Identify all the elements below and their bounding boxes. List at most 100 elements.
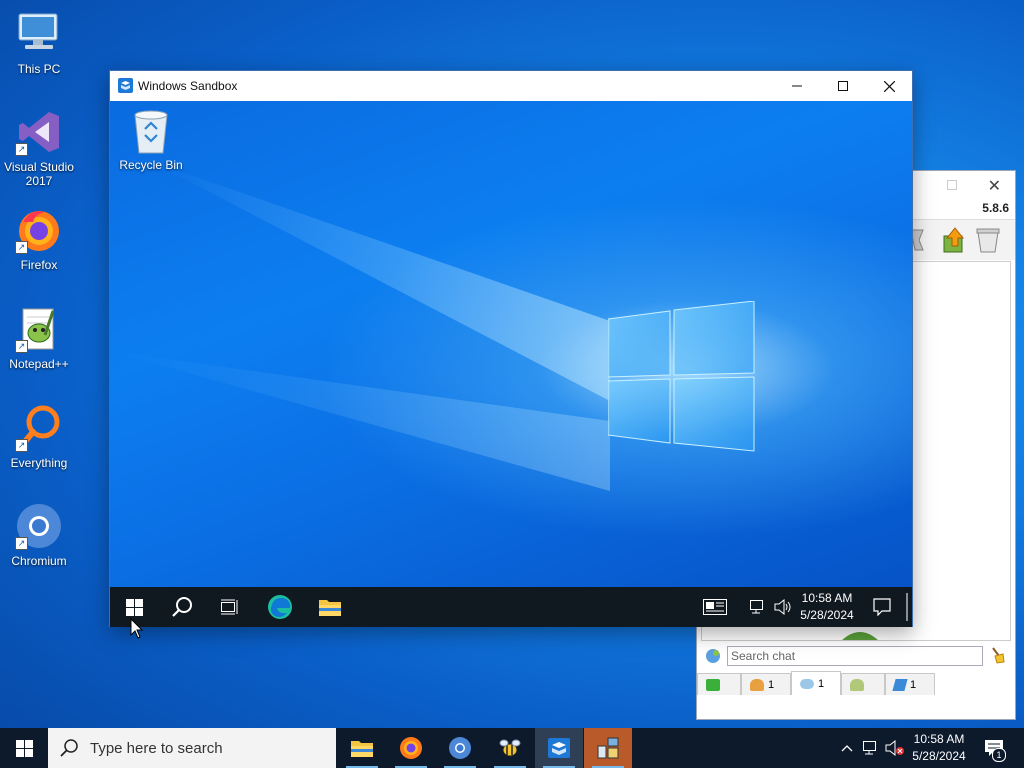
sandbox-edge-button[interactable]	[256, 587, 304, 627]
firefox-icon	[400, 737, 422, 759]
tab-transfers[interactable]: 1	[885, 673, 935, 695]
taskbar-date: 5/28/2024	[912, 749, 966, 763]
action-center-button[interactable]: 1	[974, 728, 1014, 768]
chat-globe-icon[interactable]	[705, 648, 721, 664]
desktop-icon-everything[interactable]: ↗ Everything	[0, 404, 78, 470]
taskbar-clock[interactable]: 10:58 AM 5/28/2024	[906, 728, 972, 768]
maximize-icon	[838, 81, 848, 91]
trash-icon[interactable]	[975, 226, 1001, 254]
folder-icon	[319, 600, 341, 616]
desktop-icon-firefox[interactable]: ↗ Firefox	[0, 206, 78, 272]
upload-icon[interactable]	[941, 226, 967, 254]
contacts-icon	[850, 678, 864, 691]
show-desktop-button[interactable]	[1018, 728, 1024, 768]
maximize-button[interactable]	[947, 180, 957, 190]
sandbox-title: Windows Sandbox	[138, 79, 238, 93]
chat-tabs: 1 1 1	[697, 671, 1015, 695]
close-button[interactable]	[866, 71, 912, 101]
shortcut-arrow-icon: ↗	[15, 340, 28, 353]
taskbar-network-app[interactable]	[584, 728, 632, 768]
shortcut-arrow-icon: ↗	[15, 143, 28, 156]
shortcut-arrow-icon: ↗	[15, 537, 28, 550]
tab-users[interactable]: 1	[741, 673, 791, 695]
network-icon	[750, 600, 763, 614]
sandbox-app-icon	[118, 78, 133, 93]
shortcut-arrow-icon: ↗	[15, 439, 28, 452]
sandbox-icon	[548, 738, 570, 758]
clear-broom-icon[interactable]	[989, 646, 1005, 664]
chat-search-input[interactable]: Search chat	[727, 646, 983, 666]
start-button[interactable]	[0, 728, 48, 768]
tray-network-button[interactable]	[860, 728, 882, 768]
taskbar-chromium[interactable]	[436, 728, 484, 768]
chat-search-row: Search chat	[697, 641, 1015, 671]
taskbar-search-box[interactable]: Type here to search	[48, 728, 336, 768]
news-icon	[703, 599, 727, 615]
tab-status[interactable]	[697, 673, 741, 695]
desktop-icon-chromium[interactable]: ↗ Chromium	[0, 502, 78, 568]
taskbar: Type here to search 10:58 AM 5/28/2024 1	[0, 728, 1024, 768]
chat-bubble-icon	[800, 678, 814, 689]
version-label: 5.8.6	[982, 201, 1009, 215]
search-icon	[172, 597, 192, 617]
search-icon	[60, 739, 78, 757]
recycle-bin-label: Recycle Bin	[119, 158, 183, 172]
windows-logo-wallpaper	[608, 301, 755, 452]
computer-icon	[15, 10, 63, 58]
status-green-icon	[706, 678, 720, 691]
edge-icon	[268, 595, 292, 619]
mouse-cursor-icon	[130, 618, 144, 639]
recycle-bin-icon	[134, 110, 168, 154]
sandbox-volume-button[interactable]	[772, 587, 794, 627]
windows-start-icon	[125, 598, 143, 616]
volume-muted-icon	[885, 740, 904, 756]
close-button[interactable]: ✕	[988, 176, 1001, 196]
desktop-icon-notepad-plus-plus[interactable]: ↗ Notepad++	[0, 305, 78, 371]
chevron-up-icon	[841, 745, 853, 752]
notification-icon	[873, 598, 891, 616]
desktop-icon-this-pc[interactable]: This PC	[0, 10, 78, 76]
windows-start-icon	[15, 739, 33, 757]
sandbox-desktop[interactable]: Recycle Bin	[110, 101, 912, 587]
sandbox-task-view-button[interactable]	[206, 587, 254, 627]
sandbox-clock[interactable]: 10:58 AM 5/28/2024	[794, 587, 860, 627]
taskbar-firefox[interactable]	[387, 728, 435, 768]
mascot-icon	[842, 632, 878, 640]
sandbox-titlebar[interactable]: Windows Sandbox	[110, 71, 912, 101]
folder-icon	[351, 741, 373, 757]
show-desktop-divider[interactable]	[906, 593, 908, 621]
chromium-icon	[449, 737, 471, 759]
firefox-icon: ↗	[15, 206, 63, 254]
sandbox-notification-button[interactable]	[862, 587, 902, 627]
taskbar-bee-app[interactable]	[486, 728, 534, 768]
tab-contacts[interactable]	[841, 673, 885, 695]
taskbar-windows-sandbox[interactable]	[535, 728, 583, 768]
sandbox-date: 5/28/2024	[800, 608, 854, 622]
desktop-icon-label: This PC	[17, 62, 61, 76]
desktop-icon-recycle-bin[interactable]: Recycle Bin	[116, 109, 186, 172]
chromium-icon: ↗	[15, 502, 63, 550]
desktop-icon-visual-studio[interactable]: ↗ Visual Studio 2017	[0, 108, 78, 188]
transfer-icon	[892, 678, 908, 691]
desktop-icon-label: Everything	[10, 456, 68, 470]
tray-volume-button[interactable]	[884, 728, 906, 768]
taskbar-file-explorer[interactable]	[338, 728, 386, 768]
sandbox-window[interactable]: Windows Sandbox Recycle Bin 10:58 AM 5/2…	[109, 70, 913, 627]
desktop-icon-label: Notepad++	[9, 357, 69, 371]
sandbox-network-icon-button[interactable]	[748, 587, 768, 627]
sandbox-file-explorer-button[interactable]	[306, 587, 354, 627]
maximize-button[interactable]	[820, 71, 866, 101]
volume-icon	[774, 599, 791, 615]
sandbox-search-button[interactable]	[158, 587, 206, 627]
task-view-icon	[221, 599, 238, 615]
minimize-button[interactable]	[774, 71, 820, 101]
desktop-icon-label: Visual Studio 2017	[4, 160, 74, 188]
users-icon	[750, 678, 764, 691]
desktop-icon-label: Firefox	[20, 258, 58, 272]
sandbox-news-widget[interactable]	[700, 587, 730, 627]
notepad-plus-plus-icon: ↗	[15, 305, 63, 353]
tab-chat[interactable]: 1	[791, 671, 841, 695]
close-icon	[883, 80, 895, 92]
shortcut-arrow-icon: ↗	[15, 241, 28, 254]
tray-overflow-button[interactable]	[836, 728, 858, 768]
